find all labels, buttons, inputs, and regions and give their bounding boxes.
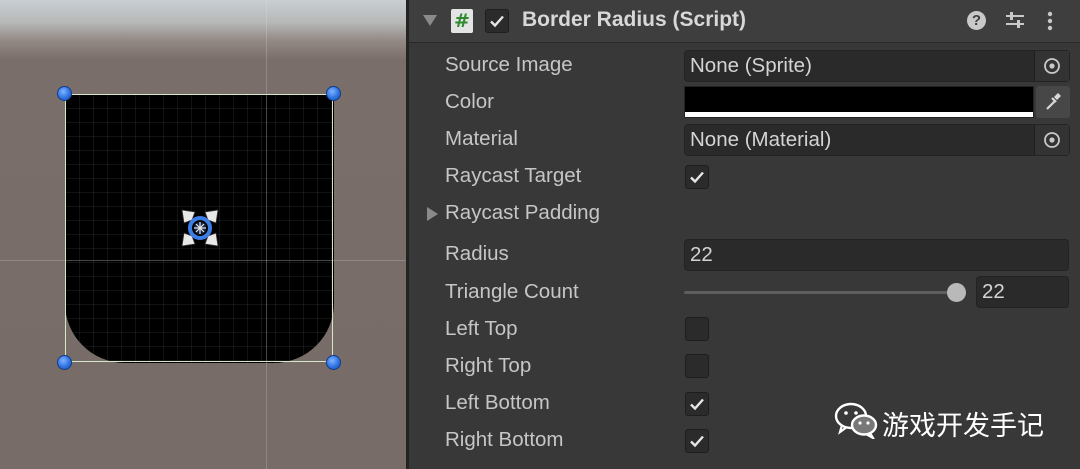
help-icon[interactable]: ?: [967, 11, 986, 30]
foldout-arrow-icon[interactable]: [427, 207, 438, 221]
checkmark-icon: [690, 398, 704, 411]
color-alpha-bar: [685, 112, 1033, 117]
source-image-field[interactable]: None (Sprite): [684, 50, 1070, 82]
object-picker-button[interactable]: [1034, 51, 1069, 81]
pivot-anchor-icon[interactable]: [178, 206, 222, 250]
scene-center-line: [65, 260, 334, 261]
kebab-menu-icon[interactable]: [1045, 10, 1055, 37]
right-top-label: Right Top: [445, 354, 532, 377]
script-icon: #: [451, 9, 473, 33]
right-bottom-checkbox[interactable]: [685, 429, 709, 453]
inspector-panel: # Border Radius (Script) ? Source Image …: [409, 0, 1080, 469]
left-top-checkbox[interactable]: [685, 317, 709, 341]
triangle-count-input[interactable]: 22: [976, 276, 1069, 308]
material-value: None (Material): [690, 128, 832, 151]
raycast-padding-label[interactable]: Raycast Padding: [445, 201, 600, 225]
component-header[interactable]: # Border Radius (Script) ?: [409, 0, 1080, 43]
right-bottom-label: Right Bottom: [445, 428, 564, 451]
checkmark-icon: [490, 15, 504, 28]
object-picker-icon: [1044, 58, 1060, 74]
scene-view[interactable]: [0, 0, 406, 469]
foldout-arrow-icon[interactable]: [423, 15, 437, 26]
triangle-count-slider-track[interactable]: [684, 291, 956, 294]
corner-handle-bottom-left[interactable]: [57, 355, 72, 370]
presets-icon[interactable]: [1004, 9, 1026, 36]
raycast-target-label: Raycast Target: [445, 164, 582, 187]
component-title: Border Radius (Script): [522, 8, 747, 31]
object-picker-button[interactable]: [1034, 125, 1069, 155]
raycast-target-checkbox[interactable]: [685, 165, 709, 189]
eyedropper-icon: [1046, 93, 1061, 110]
material-field[interactable]: None (Material): [684, 124, 1070, 156]
left-top-label: Left Top: [445, 317, 518, 340]
object-picker-icon: [1044, 132, 1060, 148]
material-label: Material: [445, 127, 518, 150]
corner-handle-top-right[interactable]: [326, 86, 341, 101]
left-bottom-label: Left Bottom: [445, 391, 550, 414]
corner-handle-bottom-right[interactable]: [326, 355, 341, 370]
right-top-checkbox[interactable]: [685, 354, 709, 378]
wechat-logo-icon: [834, 402, 878, 439]
triangle-count-slider-thumb[interactable]: [947, 283, 966, 302]
radius-input[interactable]: 22: [684, 239, 1069, 271]
triangle-count-label: Triangle Count: [445, 280, 579, 303]
left-bottom-checkbox[interactable]: [685, 392, 709, 416]
checkmark-icon: [690, 435, 704, 448]
color-swatch-field[interactable]: [684, 86, 1034, 118]
radius-label: Radius: [445, 242, 509, 265]
source-image-value: None (Sprite): [690, 54, 812, 77]
scene-center-line: [266, 94, 267, 363]
watermark-text: 游戏开发手记: [882, 411, 1044, 442]
color-label: Color: [445, 90, 494, 113]
eyedropper-button[interactable]: [1036, 86, 1070, 118]
corner-handle-top-left[interactable]: [57, 86, 72, 101]
watermark: 游戏开发手记: [834, 401, 1064, 442]
checkmark-icon: [690, 171, 704, 184]
component-enabled-checkbox[interactable]: [485, 9, 509, 33]
source-image-label: Source Image: [445, 53, 573, 76]
